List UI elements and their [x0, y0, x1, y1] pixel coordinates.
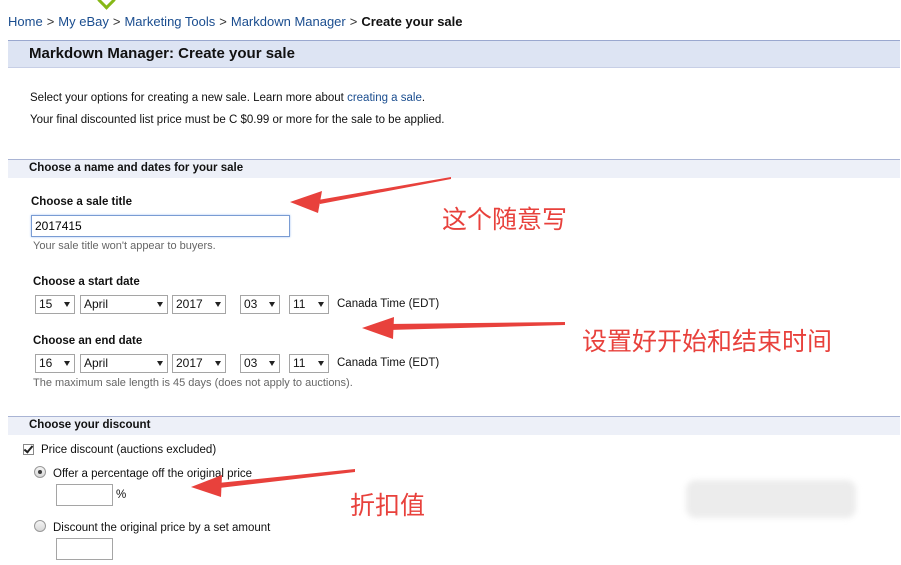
annotation-note-title: 这个随意写: [442, 205, 568, 234]
arrow-title-head: [290, 191, 322, 213]
annotation-note-discount: 折扣值: [350, 491, 426, 520]
arrow-discount-head: [191, 475, 222, 497]
arrow-dates-head: [362, 317, 394, 339]
watermark: [686, 480, 856, 518]
arrow-title-shaft: [318, 177, 451, 204]
arrow-discount-shaft: [218, 469, 355, 488]
annotation-note-dates: 设置好开始和结束时间: [582, 327, 833, 356]
arrow-dates-shaft: [388, 322, 565, 330]
